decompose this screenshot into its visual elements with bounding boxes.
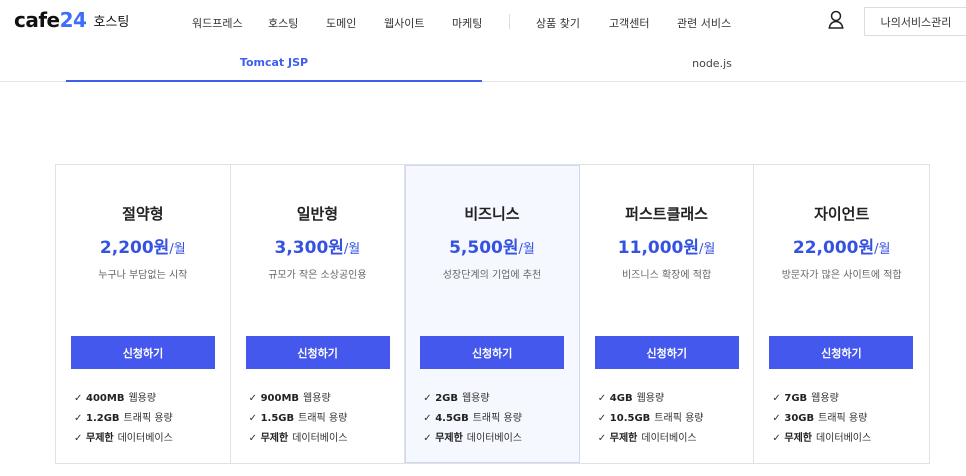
nav-item-marketing[interactable]: 마케팅	[452, 15, 482, 31]
feature-item: ✓ 무제한 데이터베이스	[772, 433, 872, 444]
plan-price: 2,200원/월	[99, 238, 186, 258]
logo[interactable]: cafe24 호스팅	[14, 8, 129, 32]
check-icon: ✓	[772, 433, 781, 444]
plan-description: 누구나 부담없는 시작	[98, 270, 188, 281]
check-icon: ✓	[74, 393, 83, 404]
nav-divider	[509, 14, 510, 29]
plan-description: 성장단계의 기업에 추천	[442, 270, 542, 281]
feature-list: ✓ 900MB 웹용량 ✓ 1.5GB 트래픽 용량 ✓ 무제한 데이터베이스	[249, 391, 348, 451]
plan-price: 3,300원/월	[274, 238, 361, 258]
feature-item: ✓ 2GB 웹용량	[423, 393, 490, 404]
nav-item-domain[interactable]: 도메인	[326, 15, 356, 31]
check-icon: ✓	[74, 413, 83, 424]
plan-card-standard: 일반형 3,300원/월 규모가 작은 소상공인용 신청하기 ✓ 900MB 웹용량…	[231, 165, 406, 463]
nav-item-hosting[interactable]: 호스팅	[268, 15, 298, 31]
check-icon: ✓	[597, 413, 607, 424]
check-icon: ✓	[772, 393, 781, 404]
apply-button[interactable]: 신청하기	[769, 336, 914, 369]
runtime-tabs: Tomcat JSP node.js	[0, 45, 966, 82]
apply-button[interactable]: 신청하기	[71, 336, 215, 369]
feature-item: ✓ 1.5GB 트래픽 용량	[248, 413, 348, 424]
plan-price: 22,000원/월	[792, 238, 891, 258]
feature-item: ✓ 무제한 데이터베이스	[423, 433, 522, 444]
plan-name: 절약형	[122, 205, 164, 223]
plan-name: 비즈니스	[464, 205, 520, 223]
user-icon[interactable]	[827, 10, 845, 30]
nav-item-find-product[interactable]: 상품 찾기	[536, 15, 580, 31]
nav-item-related-services[interactable]: 관련 서비스	[677, 15, 731, 31]
check-icon: ✓	[423, 433, 432, 444]
plan-grid: 절약형 2,200원/월 누구나 부담없는 시작 신청하기 ✓ 400MB 웹용량 …	[55, 164, 930, 464]
plan-name: 자이언트	[814, 205, 870, 223]
plan-price: 5,500원/월	[449, 238, 535, 258]
plan-price: 11,000원/월	[617, 238, 716, 258]
feature-item: ✓ 900MB 웹용량	[248, 393, 331, 404]
feature-item: ✓ 30GB 트래픽 용량	[772, 413, 868, 424]
check-icon: ✓	[772, 413, 781, 424]
check-icon: ✓	[248, 433, 257, 444]
my-services-button[interactable]: 나의서비스관리	[864, 7, 966, 36]
feature-list: ✓ 2GB 웹용량 ✓ 4.5GB 트래픽 용량 ✓ 무제한 데이터베이스	[423, 391, 522, 451]
apply-button[interactable]: 신청하기	[594, 336, 739, 369]
feature-list: ✓ 7GB 웹용량 ✓ 30GB 트래픽 용량 ✓ 무제한 데이터베이스	[772, 391, 871, 451]
feature-item: ✓ 7GB 웹용량	[772, 393, 839, 404]
feature-item: ✓ 400MB 웹용량	[74, 393, 157, 404]
plan-description: 규모가 작은 소상공인용	[268, 270, 367, 281]
feature-item: ✓ 10.5GB 트래픽 용량	[597, 413, 704, 424]
feature-list: ✓ 4GB 웹용량 ✓ 10.5GB 트래픽 용량 ✓ 무제한 데이터베이스	[598, 391, 704, 451]
feature-item: ✓ 무제한 데이터베이스	[74, 433, 173, 444]
plan-description: 비즈니스 확장에 적합	[621, 270, 712, 281]
global-header: cafe24 호스팅 워드프레스 호스팅 도메인 웹사이트 마케팅 상품 찾기 …	[0, 0, 966, 45]
check-icon: ✓	[423, 413, 432, 424]
apply-button[interactable]: 신청하기	[420, 336, 565, 369]
logo-subtitle: 호스팅	[93, 14, 130, 30]
check-icon: ✓	[423, 393, 432, 404]
tab-nodejs[interactable]: node.js	[482, 45, 942, 82]
feature-item: ✓ 4.5GB 트래픽 용량	[423, 413, 522, 424]
plan-card-business: 비즈니스 5,500원/월 성장단계의 기업에 추천 신청하기 ✓ 2GB 웹용량 …	[405, 165, 580, 463]
plan-card-saving: 절약형 2,200원/월 누구나 부담없는 시작 신청하기 ✓ 400MB 웹용량 …	[56, 165, 231, 463]
feature-item: ✓ 4GB 웹용량	[597, 393, 665, 404]
tab-tomcat-jsp[interactable]: Tomcat JSP	[66, 45, 482, 82]
check-icon: ✓	[248, 413, 257, 424]
check-icon: ✓	[74, 433, 83, 444]
feature-item: ✓ 1.2GB 트래픽 용량	[74, 413, 173, 424]
plan-card-first-class: 퍼스트클래스 11,000원/월 비즈니스 확장에 적합 신청하기 ✓ 4GB 웹용…	[580, 165, 755, 463]
feature-list: ✓ 400MB 웹용량 ✓ 1.2GB 트래픽 용량 ✓ 무제한 데이터베이스	[74, 391, 173, 451]
plan-name: 일반형	[296, 205, 339, 223]
plan-name: 퍼스트클래스	[625, 205, 708, 223]
logo-mark: cafe24	[14, 8, 87, 32]
check-icon: ✓	[597, 433, 607, 444]
plan-card-giant: 자이언트 22,000원/월 방문자가 많은 사이트에 적합 신청하기 ✓ 7GB…	[754, 165, 929, 463]
feature-item: ✓ 무제한 데이터베이스	[248, 433, 348, 444]
nav-item-customer-center[interactable]: 고객센터	[609, 15, 649, 31]
plan-description: 방문자가 많은 사이트에 적합	[781, 270, 902, 281]
apply-button[interactable]: 신청하기	[245, 336, 390, 369]
nav-item-website[interactable]: 웹사이트	[384, 15, 424, 31]
feature-item: ✓ 무제한 데이터베이스	[597, 433, 697, 444]
nav-item-wordpress[interactable]: 워드프레스	[192, 15, 243, 31]
check-icon: ✓	[248, 393, 257, 404]
check-icon: ✓	[597, 393, 607, 404]
